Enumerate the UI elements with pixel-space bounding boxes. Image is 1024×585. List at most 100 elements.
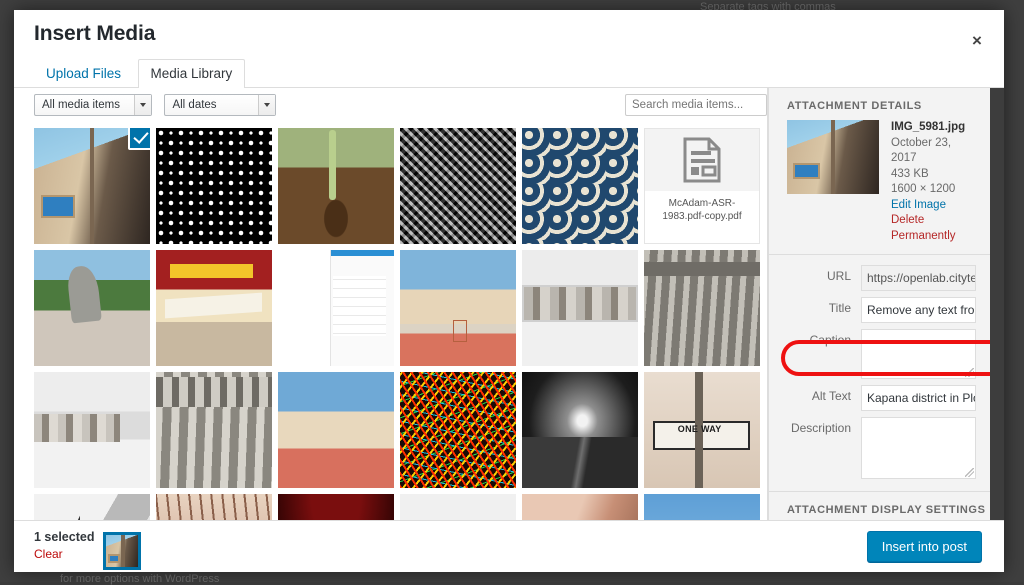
title-row: Title Remove any text from here xyxy=(787,297,990,329)
media-tile[interactable] xyxy=(156,494,272,520)
media-tile[interactable] xyxy=(156,372,272,488)
media-thumbnail-balcony-white-wall xyxy=(34,372,150,488)
media-library-pane: All media items All dates McAdam-ASR-198… xyxy=(14,88,768,520)
media-thumbnail-closeup-portrait xyxy=(522,494,638,520)
pdf-icon-area xyxy=(645,129,759,191)
selection-info: 1 selected Clear xyxy=(34,529,94,563)
display-settings-heading: ATTACHMENT DISPLAY SETTINGS xyxy=(769,492,990,520)
thumbnail-art xyxy=(787,120,879,194)
alt-text-field[interactable]: Kapana district in Plovdiv xyxy=(861,385,976,411)
date-filter[interactable]: All dates xyxy=(164,94,276,116)
media-thumbnail-pirozhki-street-shop xyxy=(156,250,272,366)
insert-into-post-button[interactable]: Insert into post xyxy=(867,531,982,562)
media-tile[interactable] xyxy=(522,372,638,488)
attachment-summary: IMG_5981.jpg October 23, 2017 433 KB 160… xyxy=(769,120,990,255)
check-icon[interactable] xyxy=(128,128,150,150)
media-tile[interactable] xyxy=(278,128,394,244)
media-tile[interactable] xyxy=(400,494,516,520)
media-thumbnail-navy-blue-pattern xyxy=(522,128,638,244)
media-thumbnail-caption: ONE WAY xyxy=(656,424,744,434)
description-label: Description xyxy=(787,417,861,435)
alt-text-label: Alt Text xyxy=(787,385,861,403)
library-toolbar: All media items All dates xyxy=(14,88,767,124)
media-tile[interactable] xyxy=(644,494,760,520)
media-thumbnail-stone-statue-plaza xyxy=(34,250,150,366)
edit-image-link[interactable]: Edit Image xyxy=(891,198,976,214)
media-thumbnail-black-hex-pattern xyxy=(156,128,272,244)
footer-thumbnail-art xyxy=(106,535,138,567)
alt-text-row: Alt Text Kapana district in Plovdiv xyxy=(787,385,990,417)
media-thumbnail-train-tunnel-bw xyxy=(522,372,638,488)
attachment-details-pane: ATTACHMENT DETAILS IMG_5981.jpg October … xyxy=(768,88,990,520)
media-tile[interactable] xyxy=(522,250,638,366)
page-title: Insert Media xyxy=(34,22,1004,46)
media-thumbnail-stone-relief-frieze xyxy=(644,250,760,366)
media-tile[interactable] xyxy=(34,372,150,488)
media-thumbnail-gray-diamond-pattern xyxy=(400,128,516,244)
search-input[interactable] xyxy=(625,94,767,116)
media-tile[interactable] xyxy=(522,494,638,520)
media-thumbnail-modern-tower xyxy=(34,494,150,520)
media-thumbnail-onion-on-basket xyxy=(278,128,394,244)
attachment-filename: IMG_5981.jpg xyxy=(891,120,976,136)
chevron-down-icon xyxy=(134,95,151,115)
media-tile[interactable] xyxy=(400,250,516,366)
pdf-filename: McAdam-ASR-1983.pdf-copy.pdf xyxy=(645,191,759,223)
attachment-date: October 23, 2017 xyxy=(891,136,976,167)
url-row: URL https://openlab.citytech.cu xyxy=(787,265,990,297)
media-tile[interactable] xyxy=(34,250,150,366)
media-tile[interactable] xyxy=(34,128,150,244)
caption-field[interactable] xyxy=(861,329,976,379)
media-tile-pdf[interactable]: McAdam-ASR-1983.pdf-copy.pdf xyxy=(644,128,760,244)
modal-body: All media items All dates McAdam-ASR-198… xyxy=(14,88,1004,520)
media-type-filter[interactable]: All media items xyxy=(34,94,152,116)
clear-selection-link[interactable]: Clear xyxy=(34,546,94,563)
media-grid-scroll[interactable]: McAdam-ASR-1983.pdf-copy.pdf ONE WAY xyxy=(14,124,767,520)
close-icon[interactable]: × xyxy=(960,24,994,58)
media-tile[interactable] xyxy=(644,250,760,366)
media-thumbnail-concrete-balcony xyxy=(522,250,638,366)
media-tile[interactable] xyxy=(156,250,272,366)
url-label: URL xyxy=(787,265,861,283)
attachment-dimensions: 1600 × 1200 xyxy=(891,182,976,198)
document-icon xyxy=(682,137,722,183)
attachment-details-heading: ATTACHMENT DETAILS xyxy=(769,88,990,120)
media-tile[interactable] xyxy=(278,250,394,366)
media-thumbnail-blue-sky xyxy=(644,494,760,520)
footer-selected-thumbnail[interactable] xyxy=(103,532,141,570)
media-thumbnail-building-facade-relief xyxy=(156,372,272,488)
modal-footer: 1 selected Clear Insert into post xyxy=(14,520,1004,572)
media-thumbnail-pink-wall-sky-2 xyxy=(278,372,394,488)
title-field[interactable]: Remove any text from here xyxy=(861,297,976,323)
tab-media-library[interactable]: Media Library xyxy=(138,59,246,89)
url-field[interactable]: https://openlab.citytech.cu xyxy=(861,265,976,291)
media-grid: McAdam-ASR-1983.pdf-copy.pdf ONE WAY xyxy=(34,128,767,520)
media-type-filter-value: All media items xyxy=(42,99,120,111)
media-tile[interactable] xyxy=(278,372,394,488)
description-row: Description xyxy=(787,417,990,485)
media-thumbnail-red-curtain-stage xyxy=(278,494,394,520)
media-thumbnail-colorful-light-trails xyxy=(400,372,516,488)
media-thumbnail-tree-branches xyxy=(156,494,272,520)
media-tile[interactable] xyxy=(400,128,516,244)
media-tile[interactable] xyxy=(156,128,272,244)
tab-upload-files[interactable]: Upload Files xyxy=(34,60,133,88)
attachment-metadata: IMG_5981.jpg October 23, 2017 433 KB 160… xyxy=(879,120,976,244)
media-tile[interactable] xyxy=(34,494,150,520)
modal-right-edge xyxy=(990,88,1004,520)
modal-tabs: Upload Files Media Library xyxy=(14,58,1004,88)
modal-title-bar: Insert Media × xyxy=(14,10,1004,58)
caption-label: Caption xyxy=(787,329,861,347)
media-thumbnail-document-placeholder xyxy=(400,494,516,520)
media-tile[interactable] xyxy=(522,128,638,244)
media-tile[interactable]: ONE WAY xyxy=(644,372,760,488)
selected-count: 1 selected xyxy=(34,529,94,546)
delete-permanently-link[interactable]: Delete Permanently xyxy=(891,213,976,244)
attachment-display-settings: ATTACHMENT DISPLAY SETTINGS Alignment Le… xyxy=(769,491,990,520)
background-ghost-text-bottom: for more options with WordPress xyxy=(60,573,219,585)
media-tile[interactable] xyxy=(400,372,516,488)
insert-media-modal: Insert Media × Upload Files Media Librar… xyxy=(14,10,1004,572)
media-thumbnail-admin-screenshot xyxy=(278,250,394,366)
description-field[interactable] xyxy=(861,417,976,479)
media-tile[interactable] xyxy=(278,494,394,520)
